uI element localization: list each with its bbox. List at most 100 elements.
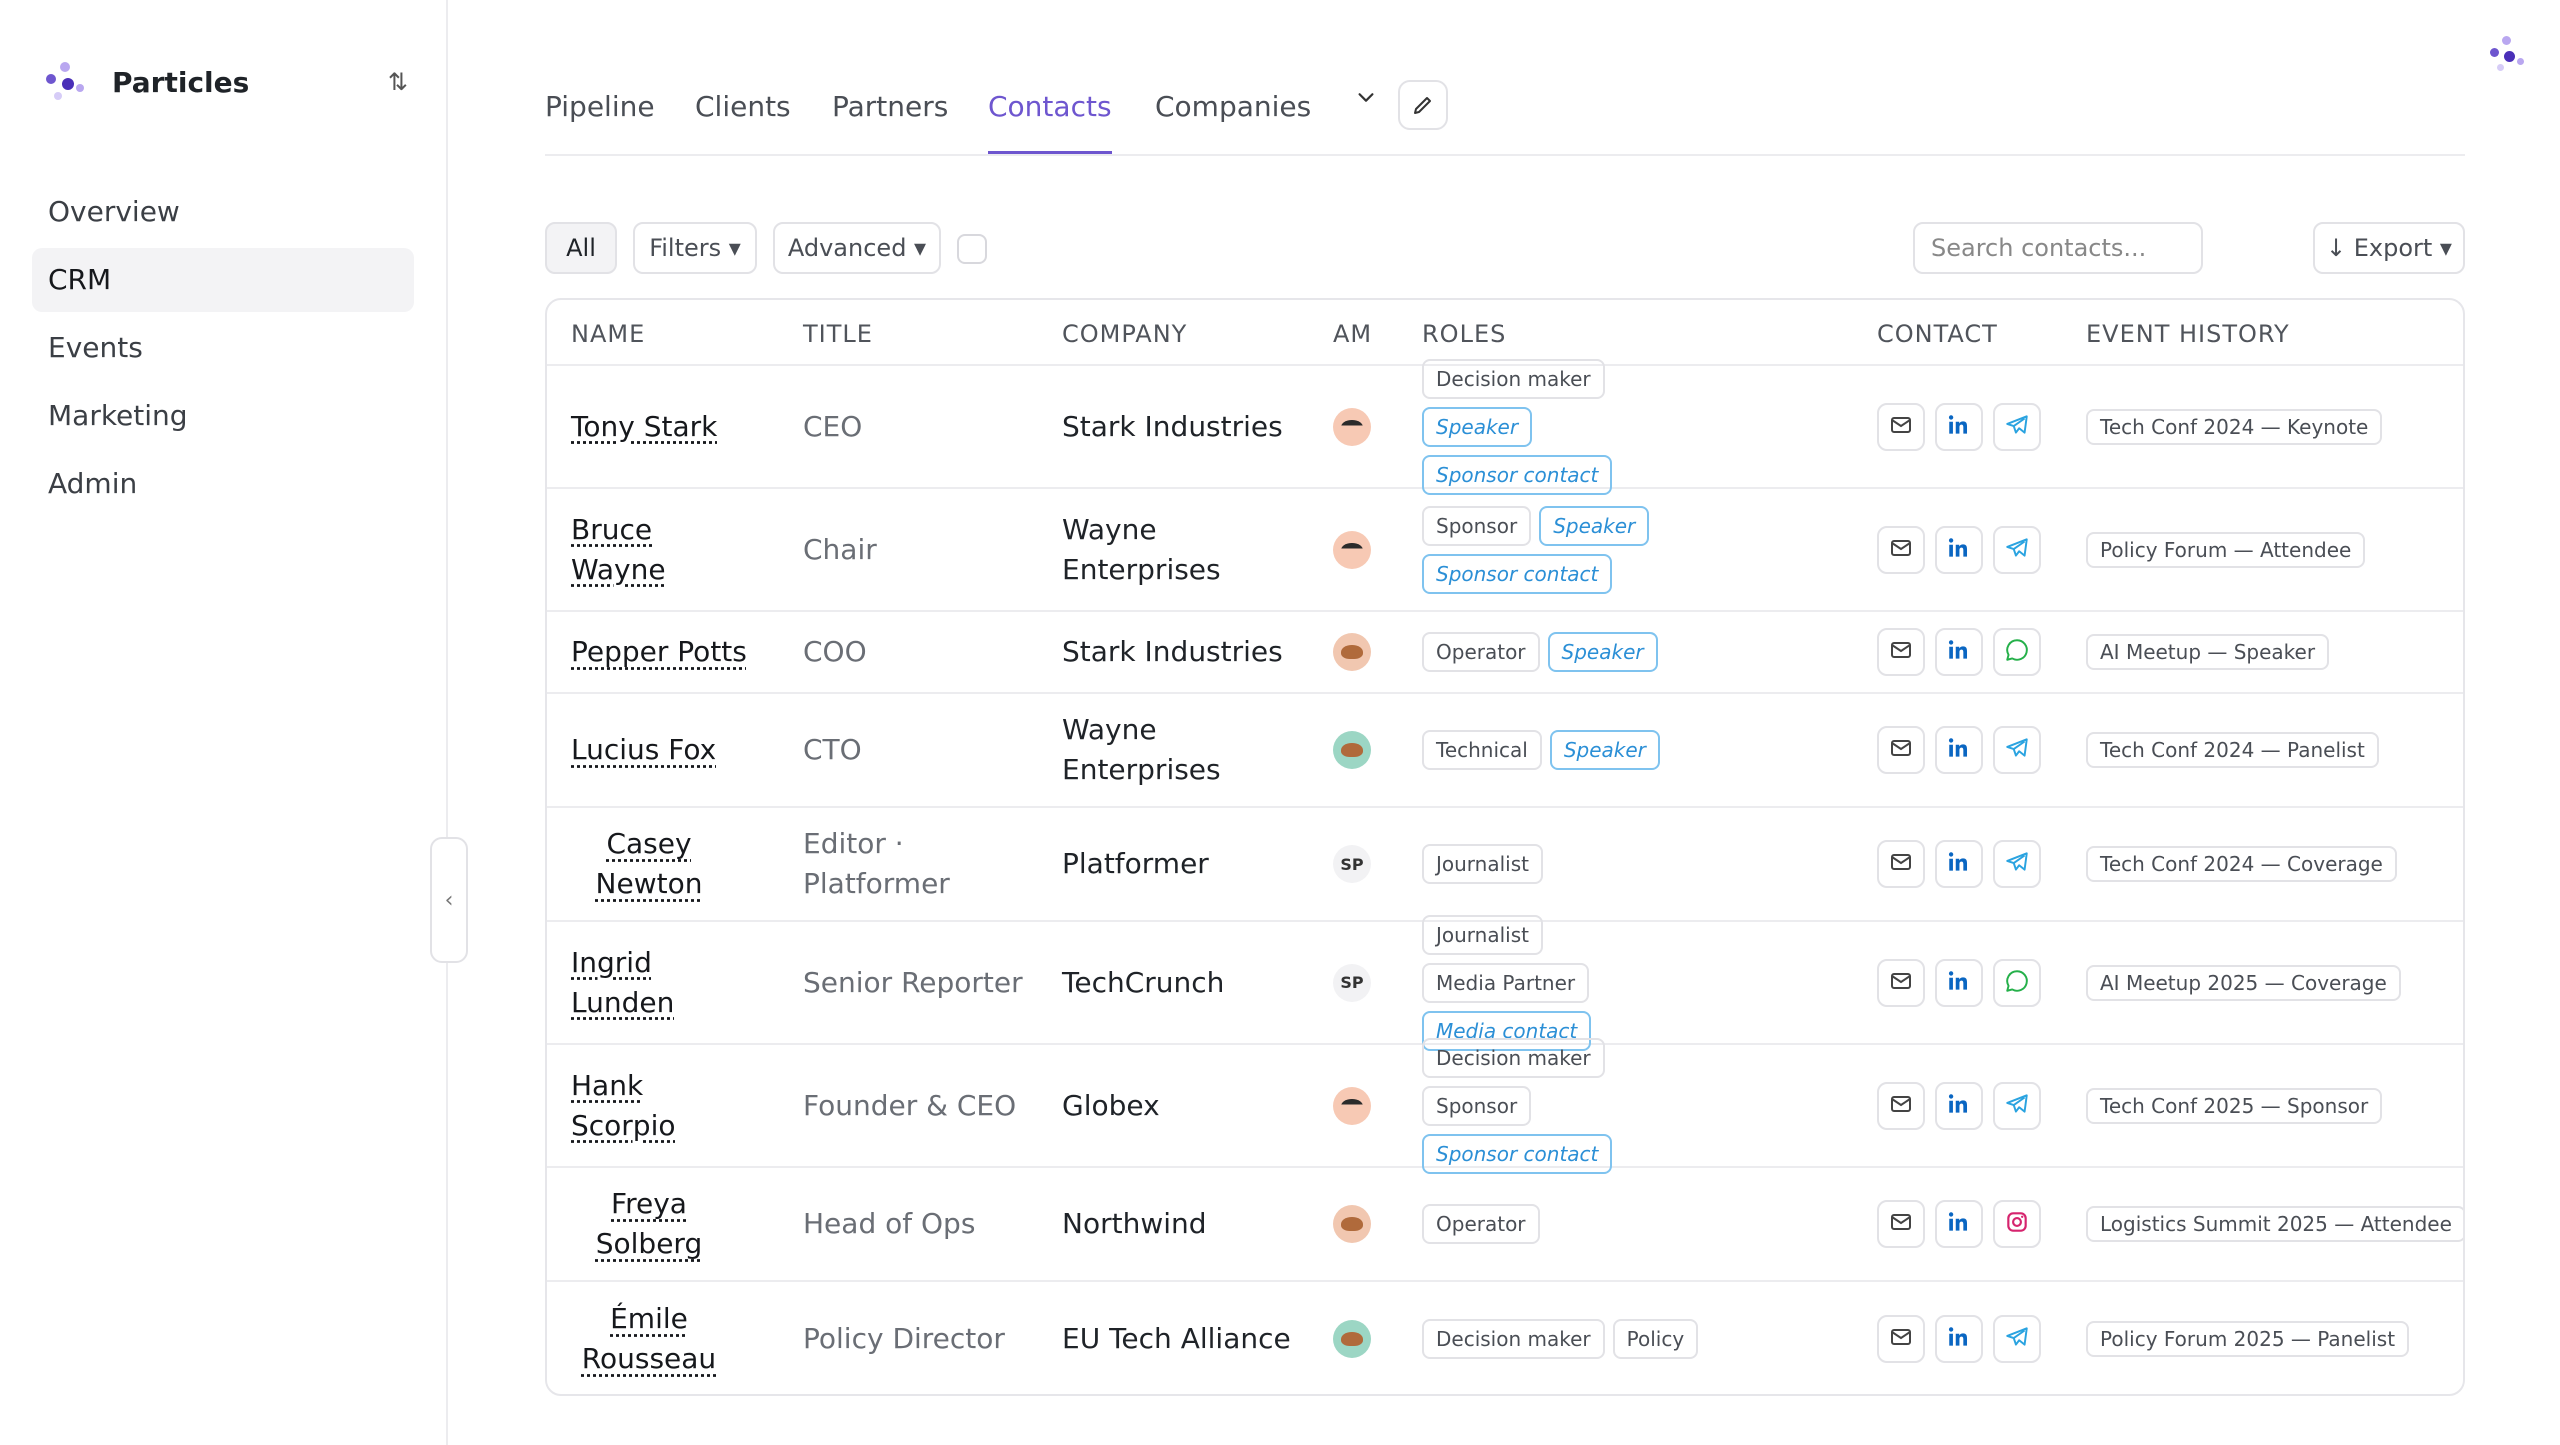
roles-list: Decision maker Policy	[1422, 1319, 1712, 1359]
event-history-badge[interactable]: Policy Forum — Attendee	[2086, 531, 2366, 568]
account-manager-avatar[interactable]	[1333, 1205, 1371, 1243]
search-input[interactable]	[1913, 222, 2203, 274]
linkedin-button[interactable]	[1935, 1200, 1983, 1248]
table-row[interactable]: Casey Newton Editor · Platformer Platfor…	[547, 808, 2463, 922]
account-manager-avatar[interactable]	[1333, 633, 1371, 671]
select-toggle-checkbox[interactable]	[957, 234, 987, 264]
linkedin-button[interactable]	[1935, 1315, 1983, 1363]
contact-actions	[1877, 840, 2041, 888]
filters-dropdown[interactable]: Filters ▾	[633, 222, 757, 274]
tab-companies[interactable]: Companies	[1155, 90, 1311, 154]
table-row[interactable]: Tony Stark CEO Stark Industries Decision…	[547, 358, 2463, 495]
event-history-badge[interactable]: AI Meetup 2025 — Coverage	[2086, 964, 2401, 1001]
switch-workspace-icon[interactable]: ⇅	[388, 68, 408, 96]
email-button[interactable]	[1877, 958, 1925, 1007]
account-manager-avatar[interactable]	[1333, 1086, 1371, 1125]
account-manager-avatar[interactable]	[1333, 731, 1371, 769]
more-tabs-chevron-down-icon[interactable]	[1355, 86, 1377, 114]
linkedin-button[interactable]	[1935, 726, 1983, 774]
sidebar-item-events[interactable]: Events	[32, 316, 414, 380]
edit-tabs-button[interactable]	[1398, 80, 1448, 130]
telegram-button[interactable]	[1993, 525, 2041, 574]
email-button[interactable]	[1877, 1315, 1925, 1363]
account-manager-avatar[interactable]: SP	[1333, 845, 1371, 883]
linkedin-button[interactable]	[1935, 1081, 1983, 1130]
table-row[interactable]: Lucius Fox CTO Wayne Enterprises Technic…	[547, 694, 2463, 808]
linkedin-button[interactable]	[1935, 402, 1983, 451]
column-header-name[interactable]: NAME	[571, 320, 645, 348]
table-header: NAME TITLE COMPANY AM ROLES CONTACT EVEN…	[547, 300, 2463, 366]
account-manager-avatar[interactable]: SP	[1333, 963, 1371, 1002]
table-row[interactable]: Freya Solberg Head of Ops Northwind Oper…	[547, 1168, 2463, 1282]
linkedin-button[interactable]	[1935, 525, 1983, 574]
table-row[interactable]: Hank Scorpio Founder & CEO Globex Decisi…	[547, 1037, 2463, 1174]
sidebar-item-marketing[interactable]: Marketing	[32, 384, 414, 448]
linkedin-button[interactable]	[1935, 958, 1983, 1007]
collapse-sidebar-button[interactable]: ‹	[430, 837, 468, 963]
advanced-dropdown[interactable]: Advanced ▾	[773, 222, 941, 274]
account-manager-avatar[interactable]	[1333, 530, 1371, 569]
column-header-company[interactable]: COMPANY	[1062, 320, 1187, 348]
sidebar-item-crm[interactable]: CRM	[32, 248, 414, 312]
account-manager-avatar[interactable]	[1333, 407, 1371, 446]
email-button[interactable]	[1877, 628, 1925, 676]
table-row[interactable]: Bruce Wayne Chair Wayne Enterprises Spon…	[547, 489, 2463, 612]
event-history-badge[interactable]: Tech Conf 2024 — Coverage	[2086, 846, 2397, 882]
linkedin-button[interactable]	[1935, 840, 1983, 888]
event-history-badge[interactable]: Policy Forum 2025 — Panelist	[2086, 1321, 2410, 1357]
contact-name-link[interactable]: Tony Stark	[571, 407, 717, 447]
telegram-button[interactable]	[1993, 402, 2041, 451]
event-history-badge[interactable]: AI Meetup — Speaker	[2086, 634, 2330, 670]
tab-contacts[interactable]: Contacts	[988, 90, 1112, 154]
whatsapp-button[interactable]	[1993, 628, 2041, 676]
contact-name-link[interactable]: Casey Newton	[571, 824, 727, 904]
roles-list: Journalist	[1422, 844, 1712, 884]
tab-clients[interactable]: Clients	[695, 90, 791, 154]
table-row[interactable]: Émile Rousseau Policy Director EU Tech A…	[547, 1282, 2463, 1394]
tab-partners[interactable]: Partners	[832, 90, 948, 154]
email-button[interactable]	[1877, 402, 1925, 451]
role-badge: Speaker	[1539, 505, 1650, 546]
linkedin-icon	[1946, 1209, 1972, 1239]
whatsapp-button[interactable]	[1993, 958, 2041, 1007]
event-history-badge[interactable]: Tech Conf 2025 — Sponsor	[2086, 1087, 2383, 1124]
contact-name-link[interactable]: Hank Scorpio	[571, 1066, 751, 1146]
column-header-event-history[interactable]: EVENT HISTORY	[2086, 320, 2290, 348]
contact-name-link[interactable]: Émile Rousseau	[571, 1299, 727, 1379]
email-button[interactable]	[1877, 726, 1925, 774]
telegram-button[interactable]	[1993, 726, 2041, 774]
table-row[interactable]: Pepper Potts COO Stark Industries Operat…	[547, 612, 2463, 694]
instagram-button[interactable]	[1993, 1200, 2041, 1248]
contact-name-link[interactable]: Lucius Fox	[571, 730, 716, 770]
workspace-name: Particles	[112, 65, 250, 99]
filter-all-button[interactable]: All	[545, 222, 617, 274]
column-header-title[interactable]: TITLE	[803, 320, 873, 348]
telegram-button[interactable]	[1993, 1315, 2041, 1363]
email-button[interactable]	[1877, 840, 1925, 888]
column-header-contact[interactable]: CONTACT	[1877, 320, 1998, 348]
event-history-badge[interactable]: Tech Conf 2024 — Panelist	[2086, 732, 2379, 768]
event-history-badge[interactable]: Tech Conf 2024 — Keynote	[2086, 408, 2383, 445]
contact-name-link[interactable]: Ingrid Lunden	[571, 943, 751, 1023]
role-badge: Journalist	[1422, 844, 1543, 884]
contact-name-link[interactable]: Bruce Wayne	[571, 510, 751, 590]
telegram-button[interactable]	[1993, 1081, 2041, 1130]
account-manager-avatar[interactable]	[1333, 1320, 1371, 1358]
telegram-icon	[2004, 1324, 2030, 1354]
email-button[interactable]	[1877, 525, 1925, 574]
column-header-roles[interactable]: ROLES	[1422, 320, 1506, 348]
linkedin-button[interactable]	[1935, 628, 1983, 676]
tab-pipeline[interactable]: Pipeline	[545, 90, 655, 154]
table-row[interactable]: Ingrid Lunden Senior Reporter TechCrunch…	[547, 914, 2463, 1051]
sidebar-item-admin[interactable]: Admin	[32, 452, 414, 516]
email-button[interactable]	[1877, 1200, 1925, 1248]
export-button[interactable]: ↓ Export ▾	[2313, 222, 2465, 274]
contact-name-link[interactable]: Pepper Potts	[571, 632, 747, 672]
workspace-switcher[interactable]: Particles ⇅	[46, 60, 408, 104]
sidebar-item-overview[interactable]: Overview	[32, 180, 414, 244]
contact-name-link[interactable]: Freya Solberg	[571, 1184, 727, 1264]
email-button[interactable]	[1877, 1081, 1925, 1130]
telegram-button[interactable]	[1993, 840, 2041, 888]
column-header-am[interactable]: AM	[1333, 320, 1372, 348]
event-history-badge[interactable]: Logistics Summit 2025 — Attendee	[2086, 1206, 2463, 1242]
